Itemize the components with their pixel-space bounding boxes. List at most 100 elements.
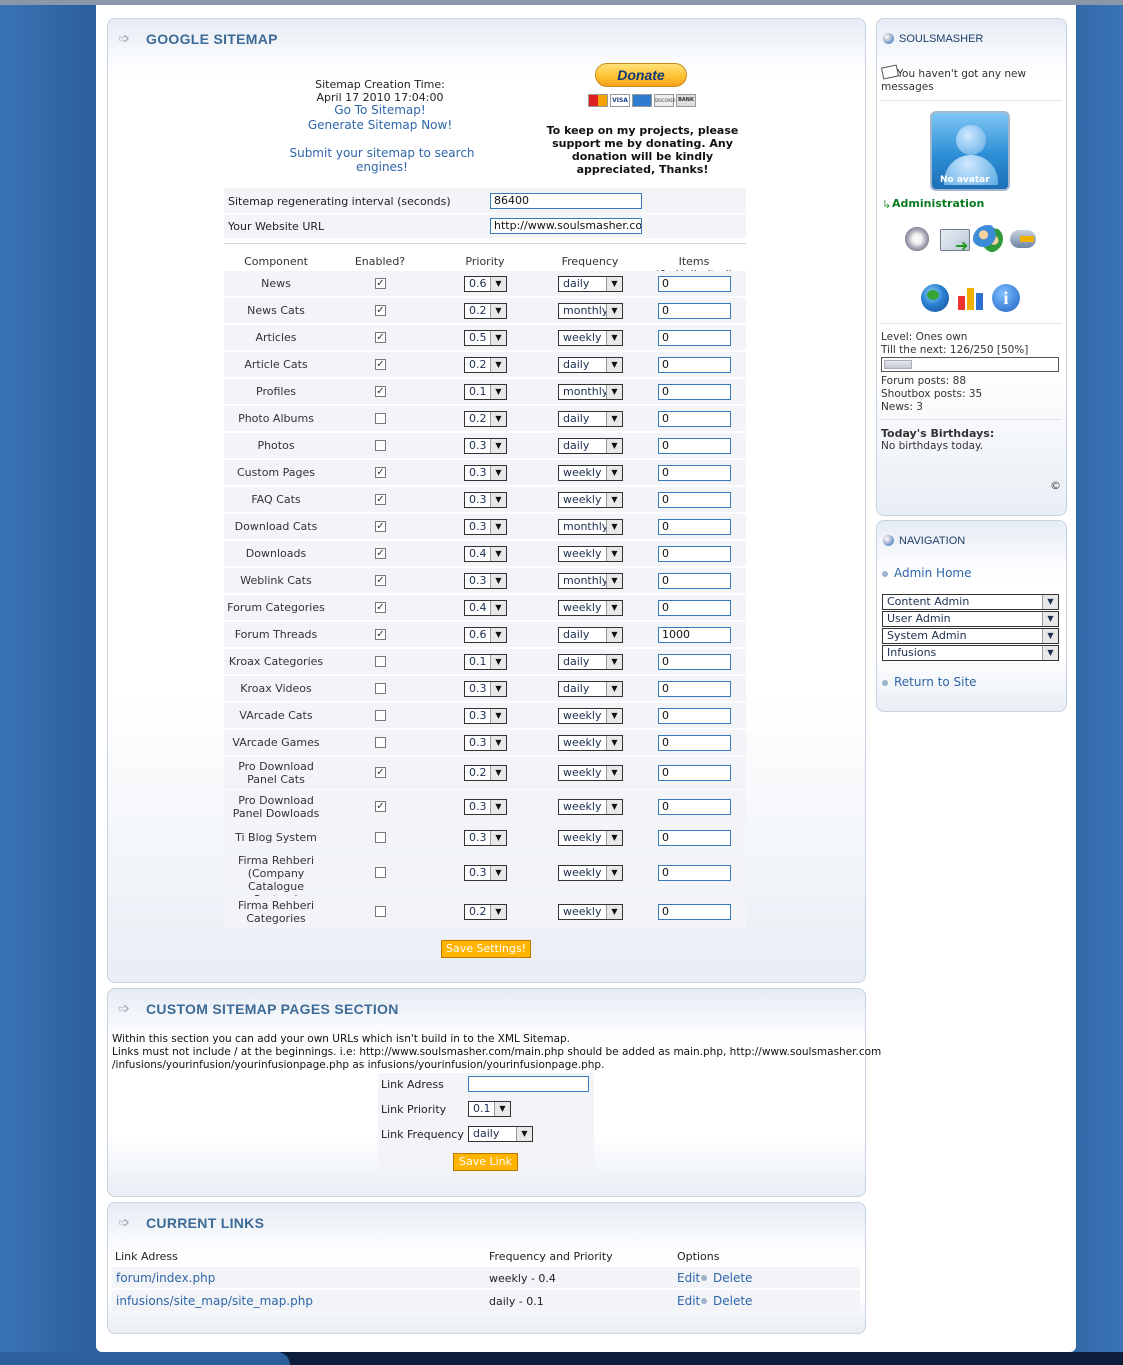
priority-select[interactable]: 0.6 ▼: [464, 275, 507, 292]
items-input[interactable]: 0: [658, 680, 731, 697]
frequency-select[interactable]: daily ▼: [558, 653, 623, 670]
items-input[interactable]: 0: [658, 437, 731, 454]
generate-sitemap-link[interactable]: Generate Sitemap Now!: [270, 118, 490, 132]
enabled-checkbox[interactable]: ✓: [375, 574, 386, 586]
items-input[interactable]: 0: [658, 904, 731, 920]
priority-select[interactable]: 0.4 ▼: [464, 599, 507, 616]
items-input[interactable]: 0: [658, 518, 731, 535]
users-icon[interactable]: [973, 225, 1003, 253]
enabled-checkbox[interactable]: [375, 831, 386, 843]
enabled-checkbox[interactable]: ✓: [375, 331, 386, 343]
link-url[interactable]: infusions/site_map/site_map.php: [116, 1294, 313, 1308]
priority-select[interactable]: 0.2 ▼: [464, 356, 507, 373]
enabled-checkbox[interactable]: ✓: [375, 493, 386, 505]
priority-select[interactable]: 0.2 ▼: [464, 904, 507, 920]
items-input[interactable]: 0: [658, 356, 731, 373]
priority-select[interactable]: 0.3 ▼: [464, 437, 507, 454]
enabled-checkbox[interactable]: [375, 709, 386, 721]
copyright-link[interactable]: ©: [1050, 479, 1061, 492]
submit-search-engines-link[interactable]: Submit your sitemap to search engines!: [262, 146, 502, 174]
content-admin-select[interactable]: Content Admin ▼: [882, 594, 1059, 610]
items-input[interactable]: 0: [658, 383, 731, 400]
info-icon[interactable]: i: [992, 284, 1020, 312]
items-input[interactable]: 0: [658, 653, 731, 670]
frequency-select[interactable]: monthly ▼: [558, 518, 623, 535]
link-address-input[interactable]: [468, 1076, 589, 1092]
priority-select[interactable]: 0.1 ▼: [464, 653, 507, 670]
items-input[interactable]: 0: [658, 829, 731, 846]
items-input[interactable]: 0: [658, 491, 731, 508]
enabled-checkbox[interactable]: ✓: [375, 801, 386, 812]
frequency-select[interactable]: weekly ▼: [558, 491, 623, 508]
frequency-select[interactable]: weekly ▼: [558, 599, 623, 616]
enabled-checkbox[interactable]: [375, 655, 386, 667]
interval-input[interactable]: 86400: [490, 193, 642, 209]
system-admin-select[interactable]: System Admin ▼: [882, 628, 1059, 644]
frequency-select[interactable]: weekly ▼: [558, 734, 623, 751]
save-settings-button[interactable]: Save Settings!: [441, 940, 531, 958]
enabled-checkbox[interactable]: ✓: [375, 277, 386, 289]
items-input[interactable]: 0: [658, 765, 731, 781]
priority-select[interactable]: 0.2 ▼: [464, 410, 507, 427]
priority-select[interactable]: 0.3 ▼: [464, 707, 507, 724]
frequency-select[interactable]: daily ▼: [558, 275, 623, 292]
frequency-select[interactable]: daily ▼: [558, 437, 623, 454]
priority-select[interactable]: 0.2 ▼: [464, 302, 507, 319]
items-input[interactable]: 0: [658, 410, 731, 427]
administration-link[interactable]: Administration: [892, 197, 984, 210]
frequency-select[interactable]: monthly ▼: [558, 383, 623, 400]
enabled-checkbox[interactable]: ✓: [375, 358, 386, 370]
link-priority-select[interactable]: 0.1 ▼: [468, 1101, 511, 1117]
priority-select[interactable]: 0.3 ▼: [464, 865, 507, 881]
priority-select[interactable]: 0.5 ▼: [464, 329, 507, 346]
items-input[interactable]: 0: [658, 275, 731, 292]
items-input[interactable]: 0: [658, 799, 731, 815]
delete-link[interactable]: Delete: [713, 1271, 752, 1285]
save-link-button[interactable]: Save Link: [453, 1153, 518, 1171]
frequency-select[interactable]: weekly ▼: [558, 464, 623, 481]
website-url-input[interactable]: http://www.soulsmasher.com/: [490, 218, 642, 234]
frequency-select[interactable]: weekly ▼: [558, 545, 623, 562]
frequency-select[interactable]: weekly ▼: [558, 799, 623, 815]
priority-select[interactable]: 0.3 ▼: [464, 518, 507, 535]
gear-icon[interactable]: [903, 225, 931, 253]
infusions-select[interactable]: Infusions ▼: [882, 645, 1059, 661]
frequency-select[interactable]: weekly ▼: [558, 865, 623, 881]
items-input[interactable]: 0: [658, 329, 731, 346]
enabled-checkbox[interactable]: ✓: [375, 385, 386, 397]
frequency-select[interactable]: daily ▼: [558, 356, 623, 373]
items-input[interactable]: 0: [658, 572, 731, 589]
enabled-checkbox[interactable]: ✓: [375, 547, 386, 559]
admin-home-link[interactable]: Admin Home: [894, 566, 972, 580]
stats-icon[interactable]: [956, 284, 986, 312]
items-input[interactable]: 0: [658, 302, 731, 319]
items-input[interactable]: 0: [658, 707, 731, 724]
priority-select[interactable]: 0.3 ▼: [464, 572, 507, 589]
go-to-sitemap-link[interactable]: Go To Sitemap!: [270, 103, 490, 117]
priority-select[interactable]: 0.3 ▼: [464, 680, 507, 697]
priority-select[interactable]: 0.3 ▼: [464, 734, 507, 751]
items-input[interactable]: 0: [658, 545, 731, 562]
items-input[interactable]: 0: [658, 734, 731, 751]
frequency-select[interactable]: weekly ▼: [558, 707, 623, 724]
priority-select[interactable]: 0.1 ▼: [464, 383, 507, 400]
enabled-checkbox[interactable]: [375, 412, 386, 424]
enabled-checkbox[interactable]: ✓: [375, 466, 386, 478]
items-input[interactable]: 0: [658, 865, 731, 881]
donate-button[interactable]: Donate: [595, 63, 687, 87]
priority-select[interactable]: 0.2 ▼: [464, 765, 507, 781]
priority-select[interactable]: 0.3 ▼: [464, 464, 507, 481]
enabled-checkbox[interactable]: [375, 906, 386, 917]
user-admin-select[interactable]: User Admin ▼: [882, 611, 1059, 627]
frequency-select[interactable]: weekly ▼: [558, 829, 623, 846]
delete-link[interactable]: Delete: [713, 1294, 752, 1308]
enabled-checkbox[interactable]: [375, 439, 386, 451]
edit-link[interactable]: Edit: [677, 1271, 700, 1285]
priority-select[interactable]: 0.3 ▼: [464, 799, 507, 815]
priority-select[interactable]: 0.3 ▼: [464, 829, 507, 846]
frequency-select[interactable]: daily ▼: [558, 410, 623, 427]
priority-select[interactable]: 0.6 ▼: [464, 626, 507, 643]
enabled-checkbox[interactable]: ✓: [375, 767, 386, 778]
frequency-select[interactable]: daily ▼: [558, 680, 623, 697]
frequency-select[interactable]: weekly ▼: [558, 329, 623, 346]
